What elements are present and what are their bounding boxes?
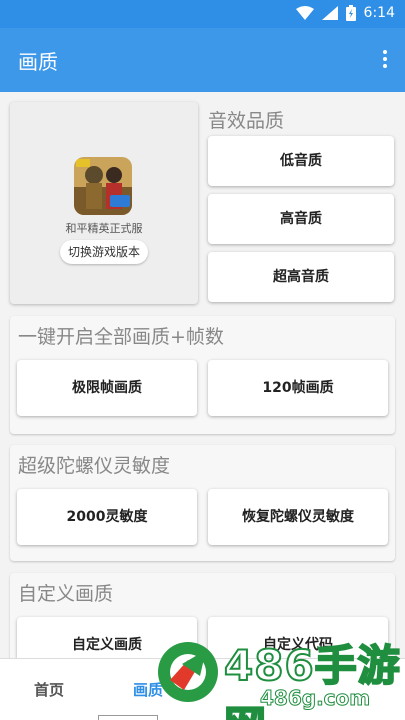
gyro-panel: 超级陀螺仪灵敏度 2000灵敏度 恢复陀螺仪灵敏度: [10, 445, 395, 561]
gyro-section-title: 超级陀螺仪灵敏度: [18, 455, 171, 477]
nav-home[interactable]: 首页: [34, 679, 64, 700]
fps-120-button[interactable]: 120帧画质: [208, 360, 388, 416]
status-time: 6:14: [363, 5, 395, 21]
high-audio-button[interactable]: 高音质: [208, 194, 394, 244]
status-bar: 6:14: [0, 0, 405, 28]
custom-quality-button[interactable]: 自定义画质: [17, 617, 197, 658]
battery-icon: [345, 5, 356, 21]
signal-icon: [321, 6, 338, 20]
game-logo: [74, 157, 132, 215]
game-name: 和平精英正式服: [65, 222, 143, 235]
overflow-menu-icon[interactable]: [379, 48, 391, 72]
restore-gyro-button[interactable]: 恢复陀螺仪灵敏度: [208, 489, 388, 545]
custom-code-button[interactable]: 自定义代码: [208, 617, 388, 658]
ultra-audio-button[interactable]: 超高音质: [208, 252, 394, 302]
custom-panel: 自定义画质 自定义画质 自定义代码: [10, 573, 395, 658]
switch-version-button[interactable]: 切换游戏版本: [60, 240, 148, 264]
main-content: 和平精英正式服 切换游戏版本 音效品质 低音质 高音质 超高音质 一键开启全部画…: [0, 92, 405, 658]
sensitivity-2000-button[interactable]: 2000灵敏度: [17, 489, 197, 545]
ad-strip: [98, 715, 158, 720]
bottom-nav: 首页 画质: [0, 658, 405, 720]
custom-section-title: 自定义画质: [18, 583, 114, 605]
oneclick-panel: 一键开启全部画质+帧数 极限帧画质 120帧画质: [10, 316, 395, 434]
extreme-fps-button[interactable]: 极限帧画质: [17, 360, 197, 416]
nav-quality[interactable]: 画质: [133, 679, 163, 700]
wifi-icon: [295, 6, 314, 20]
app-bar: 画质: [0, 28, 405, 92]
low-audio-button[interactable]: 低音质: [208, 136, 394, 186]
status-icons: 6:14: [295, 5, 395, 21]
page-title: 画质: [18, 50, 58, 74]
game-card: 和平精英正式服 切换游戏版本: [10, 102, 198, 304]
audio-section-title: 音效品质: [208, 110, 285, 132]
oneclick-section-title: 一键开启全部画质+帧数: [18, 326, 224, 348]
